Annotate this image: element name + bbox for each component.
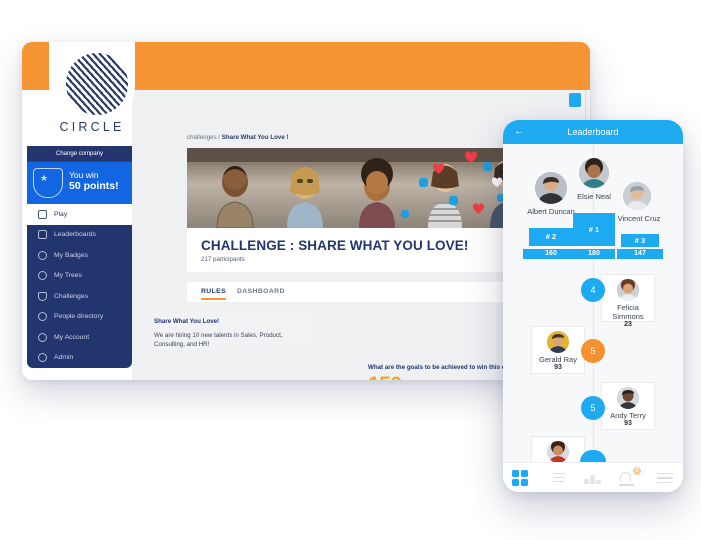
podium-score-3: 147 — [617, 249, 663, 259]
rank-badge-4: 4 — [581, 278, 605, 302]
sidebar-item-my-account[interactable]: My Account — [27, 327, 132, 348]
podium-name-2: Albert Duncan — [527, 207, 575, 216]
breadcrumb: challenges / Share What You Love ! — [187, 134, 289, 141]
nav-bell-icon[interactable]: 2 — [618, 466, 641, 486]
rank-badge-5: 5 — [581, 339, 605, 363]
trophy-icon — [33, 168, 63, 198]
sidebar-label-challenges: Challenges — [54, 292, 89, 300]
row-name-4: Felicia Simmons — [612, 303, 644, 321]
sidebar-item-my-trees[interactable]: My Trees — [27, 266, 132, 287]
grid-icon — [38, 209, 47, 219]
podium-rank-2: # 2 — [529, 228, 573, 246]
user-icon — [38, 332, 47, 342]
avatar-image — [579, 158, 609, 188]
podium-score-1: 180 — [573, 249, 615, 259]
avatar-image — [535, 172, 567, 204]
sidebar-label-people-directory: People directory — [54, 313, 104, 321]
nav-podium-icon[interactable] — [584, 470, 602, 486]
sidebar-label-leaderboards: Leaderboards — [54, 231, 96, 239]
breadcrumb-current: Share What You Love ! — [221, 134, 289, 141]
avatar-image — [623, 182, 651, 210]
mobile-leaderboard-panel: ← Leaderboard Albert Duncan # 2 160 Elsi… — [503, 120, 683, 492]
people-icon — [38, 312, 47, 322]
avatar-image — [547, 441, 569, 463]
participants-count: 217 participants — [201, 256, 245, 263]
nav-menu-icon[interactable] — [656, 470, 674, 486]
avatar-image — [617, 279, 639, 301]
rule-panel: Share What You Love! We are hiring 10 ne… — [146, 312, 311, 350]
change-company-button[interactable]: Change company — [27, 146, 132, 162]
nav-grid-icon[interactable] — [512, 469, 530, 486]
podium-score-2: 160 — [523, 249, 579, 259]
leaderboard-header: ← Leaderboard — [503, 120, 683, 144]
row-name-5: Gerald Ray — [539, 355, 577, 364]
points-promo-banner: You win 50 points! — [27, 162, 132, 204]
gear-icon — [38, 353, 47, 363]
sidebar-item-people-directory[interactable]: People directory — [27, 307, 132, 328]
points-promo-text: You win 50 points! — [69, 170, 119, 192]
avatar-image — [547, 331, 569, 353]
mobile-bottom-nav: 2 — [503, 462, 683, 492]
podium-icon — [38, 230, 47, 240]
podium-name-3: Vincent Cruz — [617, 214, 661, 223]
sidebar-label-admin: Admin — [54, 354, 74, 362]
sidebar-item-leaderboards[interactable]: Leaderboards — [27, 225, 132, 246]
avatar-gerald-ray — [547, 331, 569, 353]
logo-wordmark: CIRCLE — [59, 120, 125, 134]
avatar-elsie-neal — [579, 158, 609, 188]
circle-logo-icon — [65, 52, 129, 116]
sidebar-item-my-badges[interactable]: My Badges — [27, 245, 132, 266]
avatar-next-user — [547, 441, 569, 463]
scroll-thumb[interactable] — [569, 93, 581, 107]
leaderboard-row-4[interactable]: Felicia Simmons 23 — [601, 274, 655, 328]
podium-name-1: Elsie Neal — [577, 192, 611, 201]
rule-heading: Share What You Love! — [154, 318, 220, 325]
tab-rules[interactable]: RULES — [201, 288, 227, 300]
promo-line-1: You win — [69, 170, 99, 180]
row-score-4: 23 — [624, 321, 632, 328]
leaderboard-title: Leaderboard — [567, 127, 619, 137]
back-arrow-icon[interactable]: ← — [514, 127, 524, 137]
page-title: CHALLENGE : SHARE WHAT YOU LOVE! — [201, 238, 469, 253]
trophy-icon-small — [38, 291, 47, 301]
badge-icon — [38, 250, 47, 260]
avatar-felicia-simmons — [617, 279, 639, 301]
sidebar-label-play: Play — [54, 210, 68, 218]
rule-body: We are hiring 10 new talents in Sales, P… — [154, 332, 283, 348]
sidebar-item-challenges[interactable]: Challenges — [27, 286, 132, 307]
sidebar-item-play[interactable]: Play — [27, 204, 132, 225]
sidebar-item-admin[interactable]: Admin — [27, 348, 132, 369]
avatar-andy-terry — [617, 387, 639, 409]
row-score-5: 93 — [554, 364, 562, 371]
avatar-albert-duncan — [535, 172, 567, 204]
rank-badge-6: 5 — [581, 396, 605, 420]
goal-number: 150 — [368, 373, 402, 380]
sidebar-label-my-trees: My Trees — [54, 272, 82, 280]
nav-bell-badge: 2 — [633, 466, 641, 475]
sidebar-label-my-badges: My Badges — [54, 251, 89, 259]
breadcrumb-root[interactable]: challenges / — [187, 134, 222, 141]
podium-rank-1: # 1 — [573, 213, 615, 246]
tree-icon — [38, 271, 47, 281]
sidebar-label-my-account: My Account — [54, 333, 90, 341]
nav-list-icon[interactable] — [548, 470, 566, 486]
screenshot-stage: My News ▾ ALL Create content 1 Notificat… — [0, 0, 701, 540]
tab-dashboard[interactable]: DASHBOARD — [237, 288, 285, 295]
avatar-vincent-cruz — [623, 182, 651, 210]
leaderboard-row-5[interactable]: Gerald Ray 93 — [531, 326, 585, 374]
promo-line-2: 50 points! — [69, 180, 119, 192]
row-score-6: 93 — [624, 420, 632, 427]
avatar-image — [617, 387, 639, 409]
row-name-6: Andy Terry — [610, 411, 646, 420]
leaderboard-row-6[interactable]: Andy Terry 93 — [601, 382, 655, 430]
podium-rank-3: # 3 — [621, 234, 659, 247]
leaderboard-body: Albert Duncan # 2 160 Elsie Neal # 1 180 — [503, 144, 683, 476]
sidebar: Change company You win 50 points! Play L… — [27, 146, 132, 368]
